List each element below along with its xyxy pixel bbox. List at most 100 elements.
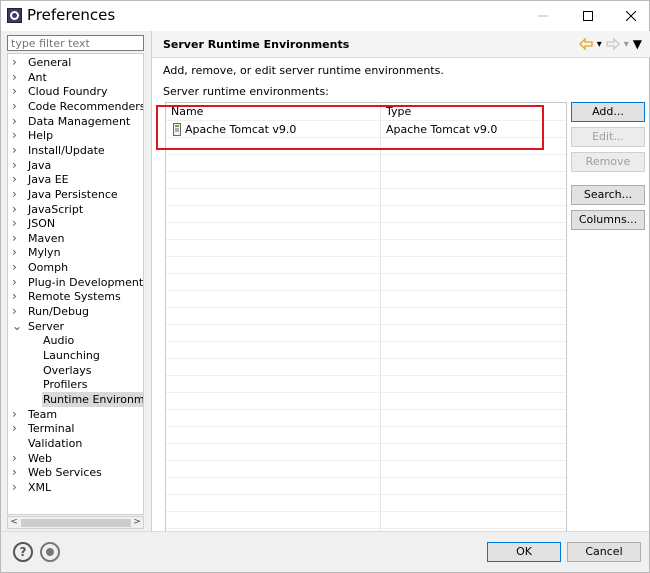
tree-item[interactable]: › Java EE — [8, 172, 143, 187]
chevron-right-icon[interactable]: › — [12, 187, 22, 202]
tree-item[interactable]: Runtime Environments — [8, 391, 143, 407]
table-grid-line — [166, 426, 566, 427]
filter-input[interactable] — [7, 35, 144, 51]
view-menu-icon[interactable]: ▼ — [633, 37, 642, 51]
page-header: Server Runtime Environments ▾ ▾ ▼ — [152, 31, 650, 58]
chevron-right-icon[interactable]: › — [12, 465, 22, 480]
tree-item[interactable]: › Java — [8, 158, 143, 173]
tree-item[interactable]: › Mylyn — [8, 245, 143, 260]
chevron-right-icon[interactable]: › — [12, 158, 22, 173]
tree-item[interactable]: › JSON — [8, 216, 143, 231]
tree-item[interactable]: ⌄ Server — [8, 319, 143, 334]
tree-item-label: Mylyn — [28, 246, 61, 260]
tree-item[interactable]: › Data Management — [8, 114, 143, 129]
chevron-right-icon[interactable]: › — [12, 70, 22, 85]
tree-item[interactable]: Profilers — [8, 377, 143, 392]
tree-item-label: Runtime Environments — [42, 391, 143, 407]
tree-item[interactable]: › Java Persistence — [8, 187, 143, 202]
tree-item-label: JavaScript — [28, 202, 84, 216]
chevron-right-icon[interactable]: › — [12, 451, 22, 466]
chevron-right-icon[interactable]: › — [12, 289, 22, 304]
tree-item-label: Validation — [28, 436, 83, 450]
back-dropdown-icon[interactable]: ▾ — [597, 39, 602, 50]
preferences-tree: › General › Ant › Cloud Foundry › Code Recommen… — [7, 53, 144, 515]
chevron-right-icon[interactable]: › — [12, 304, 22, 319]
tree-item[interactable]: › Web Services — [8, 465, 143, 480]
tree-item[interactable]: › Team — [8, 407, 143, 422]
remove-button[interactable]: Remove — [571, 152, 645, 172]
chevron-right-icon[interactable]: › — [12, 260, 22, 275]
tree-item[interactable]: › JavaScript — [8, 202, 143, 217]
scroll-thumb[interactable] — [21, 519, 131, 527]
tree-item[interactable]: › Terminal — [8, 421, 143, 436]
tree-item[interactable]: › Ant — [8, 70, 143, 85]
maximize-icon — [583, 11, 593, 21]
chevron-right-icon[interactable]: › — [12, 172, 22, 187]
close-button[interactable] — [608, 1, 650, 31]
chevron-right-icon[interactable]: › — [12, 55, 22, 70]
forward-arrow-icon[interactable] — [606, 38, 620, 50]
window-title: Preferences — [27, 6, 116, 24]
table-grid-line — [166, 222, 566, 223]
table-grid-line — [166, 273, 566, 274]
chevron-right-icon[interactable]: › — [12, 216, 22, 231]
tree-item[interactable]: › Code Recommenders — [8, 99, 143, 114]
tree-item[interactable]: › XML — [8, 480, 143, 495]
minimize-icon — [538, 15, 548, 17]
tree-item-label: Team — [28, 407, 58, 421]
columns-button[interactable]: Columns... — [571, 210, 645, 230]
tree-item-label: Profilers — [43, 378, 88, 392]
tree-item[interactable]: › Remote Systems — [8, 289, 143, 304]
tree-item[interactable]: › Cloud Foundry — [8, 84, 143, 99]
tree-item[interactable]: Audio — [8, 333, 143, 348]
column-divider — [380, 103, 381, 531]
minimize-button[interactable] — [520, 1, 566, 31]
tree-item[interactable]: Launching — [8, 348, 143, 363]
maximize-button[interactable] — [565, 1, 611, 31]
tree-item[interactable]: › Install/Update — [8, 143, 143, 158]
chevron-right-icon[interactable]: › — [12, 231, 22, 246]
tree-item[interactable]: › Plug-in Development — [8, 275, 143, 290]
tree-item[interactable]: Overlays — [8, 363, 143, 378]
preferences-window: Preferences › General › Ant › Cloud Foundry › C… — [0, 0, 650, 573]
tree-item-label: Maven — [28, 231, 65, 245]
chevron-right-icon[interactable]: › — [12, 275, 22, 290]
cancel-button[interactable]: Cancel — [567, 542, 641, 562]
ok-button[interactable]: OK — [487, 542, 561, 562]
chevron-right-icon[interactable]: › — [12, 421, 22, 436]
record-macro-icon[interactable] — [40, 542, 60, 562]
tree-item[interactable]: Validation — [8, 436, 143, 451]
chevron-right-icon[interactable]: › — [12, 407, 22, 422]
tree-item[interactable]: › Run/Debug — [8, 304, 143, 319]
tree-item[interactable]: › General — [8, 55, 143, 70]
chevron-right-icon[interactable]: › — [12, 202, 22, 217]
chevron-right-icon[interactable]: › — [12, 480, 22, 495]
tree-item[interactable]: › Web — [8, 451, 143, 466]
chevron-right-icon[interactable]: › — [12, 114, 22, 129]
table-grid-line — [166, 256, 566, 257]
edit-button[interactable]: Edit... — [571, 127, 645, 147]
scroll-right-icon[interactable]: > — [131, 517, 143, 528]
tree-item[interactable]: › Maven — [8, 231, 143, 246]
search-button[interactable]: Search... — [571, 185, 645, 205]
chevron-right-icon[interactable]: › — [12, 99, 22, 114]
forward-dropdown-icon[interactable]: ▾ — [624, 39, 629, 50]
chevron-right-icon[interactable]: › — [12, 84, 22, 99]
help-icon[interactable]: ? — [13, 542, 33, 562]
table-grid-line — [166, 239, 566, 240]
add-button[interactable]: Add... — [571, 102, 645, 122]
tree-item[interactable]: › Help — [8, 128, 143, 143]
page-title: Server Runtime Environments — [163, 38, 350, 51]
chevron-right-icon[interactable]: › — [12, 245, 22, 260]
table-grid-line — [166, 290, 566, 291]
back-arrow-icon[interactable] — [578, 38, 593, 50]
tree-horizontal-scrollbar[interactable]: < > — [7, 516, 144, 529]
chevron-down-icon[interactable]: ⌄ — [12, 319, 22, 334]
chevron-right-icon[interactable]: › — [12, 143, 22, 158]
tree-item[interactable]: › Oomph — [8, 260, 143, 275]
chevron-right-icon[interactable]: › — [12, 128, 22, 143]
scroll-left-icon[interactable]: < — [8, 517, 20, 528]
tree-item-label: General — [28, 56, 72, 69]
tree-item-label: Launching — [43, 349, 100, 362]
runtime-environments-table[interactable]: Name Type Apache Tomcat v9.0 Apache Tomc… — [165, 102, 567, 532]
